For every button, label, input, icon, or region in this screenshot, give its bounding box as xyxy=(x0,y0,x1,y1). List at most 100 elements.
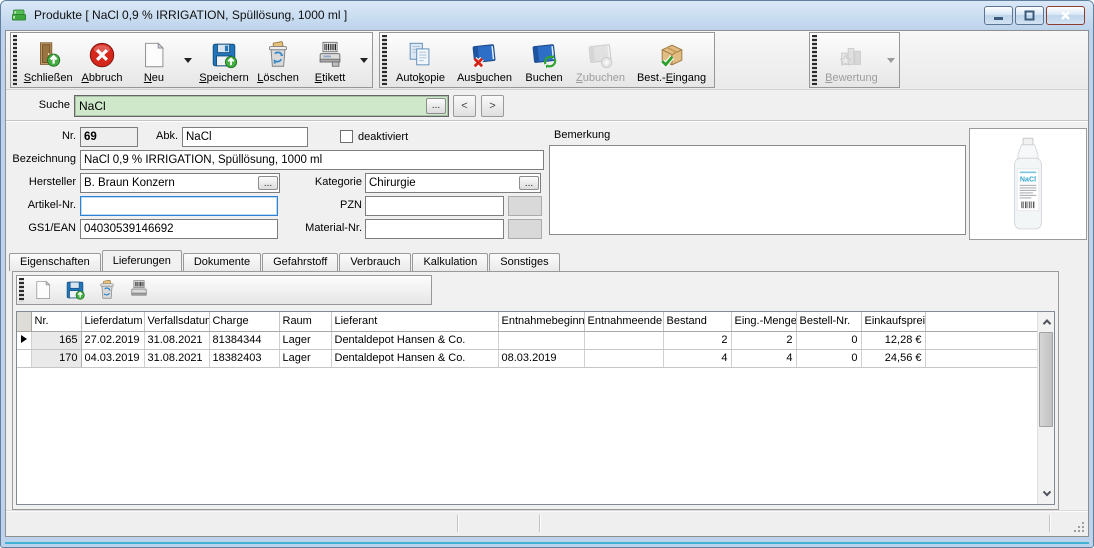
autocopy-button[interactable]: Autokopie xyxy=(390,33,451,87)
resize-grip[interactable] xyxy=(1082,530,1084,532)
maximize-button[interactable] xyxy=(1015,6,1044,25)
cell-nr[interactable]: 170 xyxy=(31,349,81,367)
tab-kalkulation[interactable]: Kalkulation xyxy=(412,253,488,271)
cell-bestell-nr[interactable]: 0 xyxy=(796,331,861,349)
minimize-button[interactable] xyxy=(984,6,1013,25)
bemerkung-textarea[interactable] xyxy=(549,145,966,235)
previous-record-button[interactable]: < xyxy=(453,95,476,117)
cell-lieferdatum[interactable]: 04.03.2019 xyxy=(81,349,144,367)
title-bar[interactable]: Produkte [ NaCl 0,9 % IRRIGATION, Spüllö… xyxy=(1,1,1093,30)
goods-receipt-button[interactable]: Best.-Eingang xyxy=(631,33,712,87)
kategorie-lookup-button[interactable]: ... xyxy=(519,176,539,190)
column-header-bestand[interactable]: Bestand xyxy=(663,312,731,331)
toolbar-grip[interactable] xyxy=(13,35,17,85)
label-dropdown-arrow-icon[interactable] xyxy=(360,58,368,63)
new-delivery-button[interactable] xyxy=(27,276,59,304)
gs1-ean-field[interactable] xyxy=(80,219,278,239)
pzn-label: PZN xyxy=(306,199,362,211)
cell-einkaufspreis[interactable]: 12,28 € xyxy=(861,331,925,349)
cell-verfallsdatum[interactable]: 31.08.2021 xyxy=(144,331,209,349)
label-button[interactable]: Etikett xyxy=(304,33,356,87)
book-button[interactable]: Buchen xyxy=(518,33,570,87)
cell-lieferdatum[interactable]: 27.02.2019 xyxy=(81,331,144,349)
scroll-up-button[interactable] xyxy=(1038,313,1055,330)
cell-lieferant[interactable]: Dentaldepot Hansen & Co. xyxy=(331,349,498,367)
cell-eing-menge[interactable]: 4 xyxy=(731,349,796,367)
column-header-verfallsdatum[interactable]: Verfallsdatum xyxy=(144,312,209,331)
cell-entnahmebeginn[interactable] xyxy=(498,331,584,349)
deliveries-toolbar xyxy=(16,275,432,305)
print-label-button[interactable] xyxy=(123,276,155,304)
close-window-button[interactable] xyxy=(1046,6,1085,25)
cell-bestand[interactable]: 2 xyxy=(663,331,731,349)
cell-bestell-nr[interactable]: 0 xyxy=(796,349,861,367)
close-button[interactable]: Schließen xyxy=(20,33,76,87)
cell-einkaufspreis[interactable]: 24,56 € xyxy=(861,349,925,367)
scroll-down-button[interactable] xyxy=(1038,486,1055,503)
cell-charge[interactable]: 81384344 xyxy=(209,331,279,349)
book-out-button[interactable]: Ausbuchen xyxy=(451,33,518,87)
cell-raum[interactable]: Lager xyxy=(279,349,331,367)
tab-sonstiges[interactable]: Sonstiges xyxy=(489,253,559,271)
save-button[interactable]: Speichern xyxy=(196,33,252,87)
toolbar-grip[interactable] xyxy=(382,35,387,85)
produkte-window: Produkte [ NaCl 0,9 % IRRIGATION, Spüllö… xyxy=(0,0,1094,548)
tab-eigenschaften[interactable]: Eigenschaften xyxy=(9,253,101,271)
tab-lieferungen[interactable]: Lieferungen xyxy=(102,250,182,271)
cell-raum[interactable]: Lager xyxy=(279,331,331,349)
material-nr-field[interactable] xyxy=(365,219,504,239)
tab-dokumente[interactable]: Dokumente xyxy=(183,253,261,271)
column-header-eing-menge[interactable]: Eing.-Menge xyxy=(731,312,796,331)
deaktiviert-label: deaktiviert xyxy=(358,131,408,143)
scrollbar-thumb[interactable] xyxy=(1039,332,1053,427)
toolbar-grip[interactable] xyxy=(812,35,817,85)
table-row[interactable]: 165 27.02.2019 31.08.2021 81384344 Lager… xyxy=(17,331,1049,349)
column-header-entnahmeende[interactable]: Entnahmeende xyxy=(584,312,663,331)
next-record-button[interactable]: > xyxy=(481,95,504,117)
row-selector-cell[interactable] xyxy=(17,349,31,367)
save-delivery-button[interactable] xyxy=(59,276,91,304)
hersteller-field[interactable] xyxy=(81,177,258,189)
cell-entnahmeende[interactable] xyxy=(584,331,663,349)
search-more-button[interactable]: ... xyxy=(426,98,446,114)
cell-eing-menge[interactable]: 2 xyxy=(731,331,796,349)
cell-entnahmebeginn[interactable]: 08.03.2019 xyxy=(498,349,584,367)
row-selector-cell[interactable] xyxy=(17,331,31,349)
cell-nr[interactable]: 165 xyxy=(31,331,81,349)
delete-button[interactable]: Löschen xyxy=(252,33,304,87)
cell-charge[interactable]: 18382403 xyxy=(209,349,279,367)
artikel-nr-field[interactable] xyxy=(80,196,278,216)
tab-verbrauch[interactable]: Verbrauch xyxy=(339,253,411,271)
column-header-bestell-nr[interactable]: Bestell-Nr. xyxy=(796,312,861,331)
kategorie-field[interactable] xyxy=(366,177,519,189)
delete-delivery-button[interactable] xyxy=(91,276,123,304)
column-header-raum[interactable]: Raum xyxy=(279,312,331,331)
column-header-lieferdatum[interactable]: Lieferdatum xyxy=(81,312,144,331)
abort-button[interactable]: Abbruch xyxy=(76,33,128,87)
column-header-charge[interactable]: Charge xyxy=(209,312,279,331)
new-dropdown-arrow-icon[interactable] xyxy=(184,58,192,63)
new-button[interactable]: Neu xyxy=(128,33,180,87)
pzn-field[interactable] xyxy=(365,196,504,216)
column-header-entnahmebeginn[interactable]: Entnahmebeginn xyxy=(498,312,584,331)
door-exit-icon xyxy=(33,39,63,71)
column-header-nr[interactable]: Nr. xyxy=(31,312,81,331)
bezeichnung-field[interactable] xyxy=(80,150,544,170)
cell-filler xyxy=(925,349,1049,367)
cell-verfallsdatum[interactable]: 31.08.2021 xyxy=(144,349,209,367)
tab-gefahrstoff[interactable]: Gefahrstoff xyxy=(262,253,338,271)
table-row[interactable]: 170 04.03.2019 31.08.2021 18382403 Lager… xyxy=(17,349,1049,367)
deaktiviert-checkbox[interactable] xyxy=(340,130,353,143)
abk-field[interactable] xyxy=(182,127,308,147)
vertical-scrollbar[interactable] xyxy=(1037,312,1054,504)
cell-bestand[interactable]: 4 xyxy=(663,349,731,367)
column-header-einkaufspreis[interactable]: Einkaufspreis xyxy=(861,312,925,331)
cell-lieferant[interactable]: Dentaldepot Hansen & Co. xyxy=(331,331,498,349)
hersteller-lookup-button[interactable]: ... xyxy=(258,176,278,190)
column-header-lieferant[interactable]: Lieferant xyxy=(331,312,498,331)
cell-entnahmeende[interactable] xyxy=(584,349,663,367)
statusbar-divider xyxy=(457,515,459,532)
search-input[interactable] xyxy=(75,99,426,113)
toolbar-grip[interactable] xyxy=(19,278,24,302)
tab-strip: Eigenschaften Lieferungen Dokumente Gefa… xyxy=(6,250,1088,271)
